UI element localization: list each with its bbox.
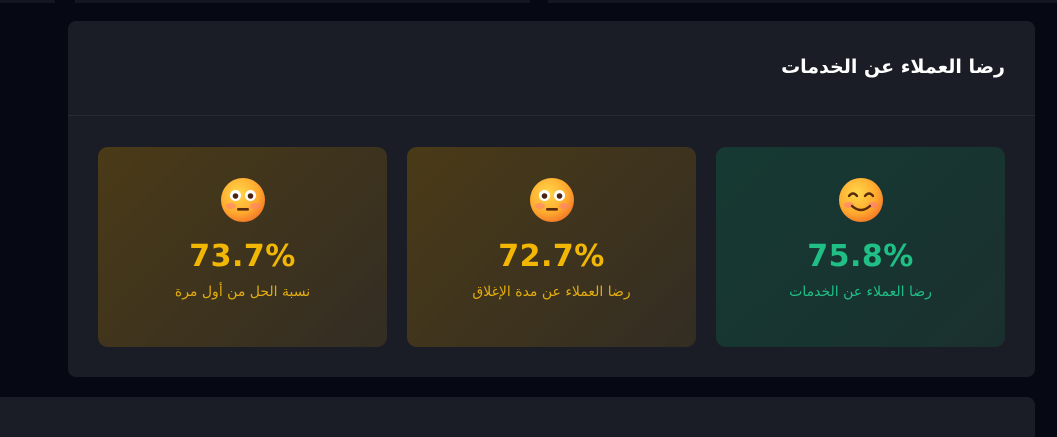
top-panel-edge [75, 0, 530, 3]
kpi-label: رضا العملاء عن مدة الإغلاق [472, 284, 631, 300]
smiling-face-icon [838, 178, 883, 222]
kpi-card-first-time-resolution: 73.7% نسبة الحل من أول مرة [98, 147, 387, 347]
panel-title: رضا العملاء عن الخدمات [781, 56, 1005, 78]
neutral-face-icon [529, 178, 574, 222]
kpi-cards: 75.8% رضا العملاء عن الخدمات 72.7% رضا ا… [98, 147, 1005, 347]
kpi-value: 72.7% [498, 239, 605, 274]
kpi-label: نسبة الحل من أول مرة [174, 284, 311, 300]
kpi-value: 75.8% [807, 239, 914, 274]
next-panel [0, 397, 1035, 437]
kpi-card-services-satisfaction: 75.8% رضا العملاء عن الخدمات [716, 147, 1005, 347]
panel-header: رضا العملاء عن الخدمات [68, 21, 1035, 116]
top-panel-edge [0, 0, 55, 3]
kpi-label: رضا العملاء عن الخدمات [789, 284, 932, 300]
neutral-face-icon [220, 178, 265, 222]
customer-satisfaction-panel: رضا العملاء عن الخدمات 75.8% رضا العملاء… [68, 21, 1035, 377]
top-panel-edge [548, 0, 1057, 3]
kpi-value: 73.7% [189, 239, 296, 274]
kpi-card-closing-time-satisfaction: 72.7% رضا العملاء عن مدة الإغلاق [407, 147, 696, 347]
